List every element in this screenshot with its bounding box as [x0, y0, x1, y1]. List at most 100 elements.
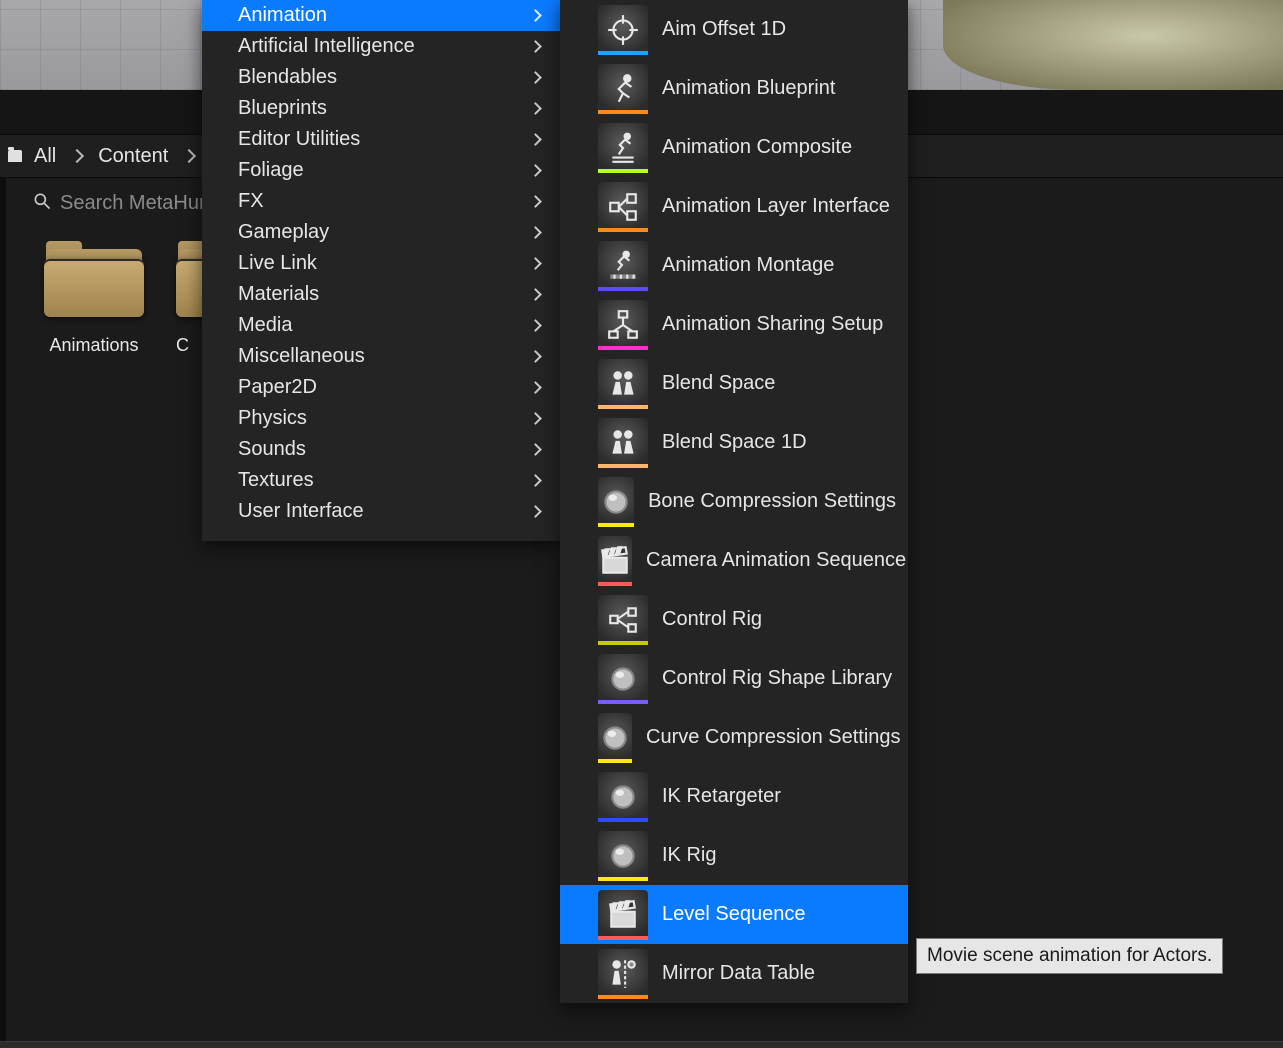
category-item[interactable]: Miscellaneous: [202, 341, 560, 372]
share-graph-icon: [598, 300, 648, 350]
crosshair-icon: [598, 5, 648, 55]
people-icon: [598, 359, 648, 409]
category-item[interactable]: Sounds: [202, 434, 560, 465]
category-item-label: Blueprints: [238, 97, 327, 120]
chevron-right-icon: [529, 288, 542, 301]
tooltip-level-sequence: Movie scene animation for Actors.: [916, 938, 1223, 974]
runner-stack-icon: [598, 123, 648, 173]
submenu-item[interactable]: Animation Montage: [560, 236, 908, 295]
chevron-right-icon: [529, 319, 542, 332]
submenu-item-label: IK Retargeter: [662, 785, 781, 808]
category-item[interactable]: Foliage: [202, 155, 560, 186]
category-item-label: FX: [238, 190, 264, 213]
submenu-item-label: Blend Space: [662, 372, 775, 395]
category-item-label: Miscellaneous: [238, 345, 365, 368]
submenu-item-label: Blend Space 1D: [662, 431, 807, 454]
submenu-item-label: Animation Layer Interface: [662, 195, 890, 218]
viewport-mesh-preview: [943, 0, 1283, 90]
folder-label: C: [176, 335, 189, 356]
submenu-item[interactable]: Curve Compression Settings: [560, 708, 908, 767]
folder-item-animations[interactable]: Animations: [34, 245, 154, 356]
folder-label: Animations: [49, 335, 138, 356]
clapper-icon: [598, 890, 648, 940]
sphere-icon: [598, 772, 648, 822]
submenu-item[interactable]: Camera Animation Sequence: [560, 531, 908, 590]
rig-node-icon: [598, 595, 648, 645]
category-item[interactable]: Textures: [202, 465, 560, 496]
category-item[interactable]: Animation: [202, 0, 560, 31]
category-item[interactable]: Physics: [202, 403, 560, 434]
submenu-item-label: Animation Montage: [662, 254, 834, 277]
sphere-icon: [598, 477, 634, 527]
runner-icon: [598, 64, 648, 114]
chevron-right-icon: [529, 257, 542, 270]
category-item[interactable]: Live Link: [202, 248, 560, 279]
chevron-right-icon: [529, 9, 542, 22]
submenu-item[interactable]: Control Rig Shape Library: [560, 649, 908, 708]
search-icon: [32, 191, 52, 216]
runner-timeline-icon: [598, 241, 648, 291]
category-item-label: Live Link: [238, 252, 317, 275]
submenu-item-label: Animation Blueprint: [662, 77, 835, 100]
submenu-item[interactable]: Blend Space: [560, 354, 908, 413]
category-item[interactable]: Gameplay: [202, 217, 560, 248]
breadcrumb-content[interactable]: Content: [92, 141, 174, 172]
chevron-right-icon: [529, 71, 542, 84]
category-item-label: Paper2D: [238, 376, 317, 399]
submenu-item-label: Animation Sharing Setup: [662, 313, 883, 336]
category-item[interactable]: Blendables: [202, 62, 560, 93]
category-item-label: Foliage: [238, 159, 304, 182]
chevron-right-icon: [529, 133, 542, 146]
chevron-right-icon: [529, 474, 542, 487]
layers-node-icon: [598, 182, 648, 232]
category-item[interactable]: Paper2D: [202, 372, 560, 403]
category-item-label: Blendables: [238, 66, 337, 89]
submenu-item[interactable]: Control Rig: [560, 590, 908, 649]
bottom-strip: [0, 1041, 1283, 1048]
category-item-label: User Interface: [238, 500, 364, 523]
category-item[interactable]: Artificial Intelligence: [202, 31, 560, 62]
folder-mini-icon: [8, 150, 22, 162]
submenu-item[interactable]: Bone Compression Settings: [560, 472, 908, 531]
chevron-right-icon: [529, 40, 542, 53]
chevron-right-icon: [182, 149, 196, 163]
category-item-label: Artificial Intelligence: [238, 35, 415, 58]
chevron-right-icon: [70, 149, 84, 163]
folder-icon: [44, 245, 144, 317]
mirror-icon: [598, 949, 648, 999]
submenu-item[interactable]: Animation Layer Interface: [560, 177, 908, 236]
breadcrumb-all[interactable]: All: [28, 141, 62, 172]
submenu-item-label: IK Rig: [662, 844, 716, 867]
sphere-icon: [598, 831, 648, 881]
submenu-item[interactable]: Level Sequence: [560, 885, 908, 944]
submenu-item[interactable]: Animation Composite: [560, 118, 908, 177]
category-item[interactable]: FX: [202, 186, 560, 217]
submenu-item-label: Control Rig Shape Library: [662, 667, 892, 690]
category-item[interactable]: Blueprints: [202, 93, 560, 124]
submenu-item[interactable]: Aim Offset 1D: [560, 0, 908, 59]
submenu-item[interactable]: IK Rig: [560, 826, 908, 885]
category-item-label: Textures: [238, 469, 314, 492]
context-menu-categories[interactable]: Animation Artificial Intelligence Blendabl…: [202, 0, 560, 541]
category-item[interactable]: User Interface: [202, 496, 560, 527]
category-item-label: Physics: [238, 407, 307, 430]
submenu-item[interactable]: Mirror Data Table: [560, 944, 908, 1003]
category-item-label: Editor Utilities: [238, 128, 360, 151]
category-item[interactable]: Materials: [202, 279, 560, 310]
submenu-item-label: Camera Animation Sequence: [646, 549, 906, 572]
category-item-label: Materials: [238, 283, 319, 306]
submenu-item[interactable]: Blend Space 1D: [560, 413, 908, 472]
chevron-right-icon: [529, 443, 542, 456]
submenu-item[interactable]: Animation Sharing Setup: [560, 295, 908, 354]
submenu-item-label: Aim Offset 1D: [662, 18, 786, 41]
submenu-item[interactable]: Animation Blueprint: [560, 59, 908, 118]
category-item[interactable]: Media: [202, 310, 560, 341]
submenu-item[interactable]: IK Retargeter: [560, 767, 908, 826]
category-item[interactable]: Editor Utilities: [202, 124, 560, 155]
chevron-right-icon: [529, 102, 542, 115]
submenu-item-label: Control Rig: [662, 608, 762, 631]
context-submenu-animation[interactable]: Aim Offset 1D Animation Blueprint Animatio…: [560, 0, 908, 1003]
chevron-right-icon: [529, 381, 542, 394]
people-icon: [598, 418, 648, 468]
clapper-icon: [598, 536, 632, 586]
